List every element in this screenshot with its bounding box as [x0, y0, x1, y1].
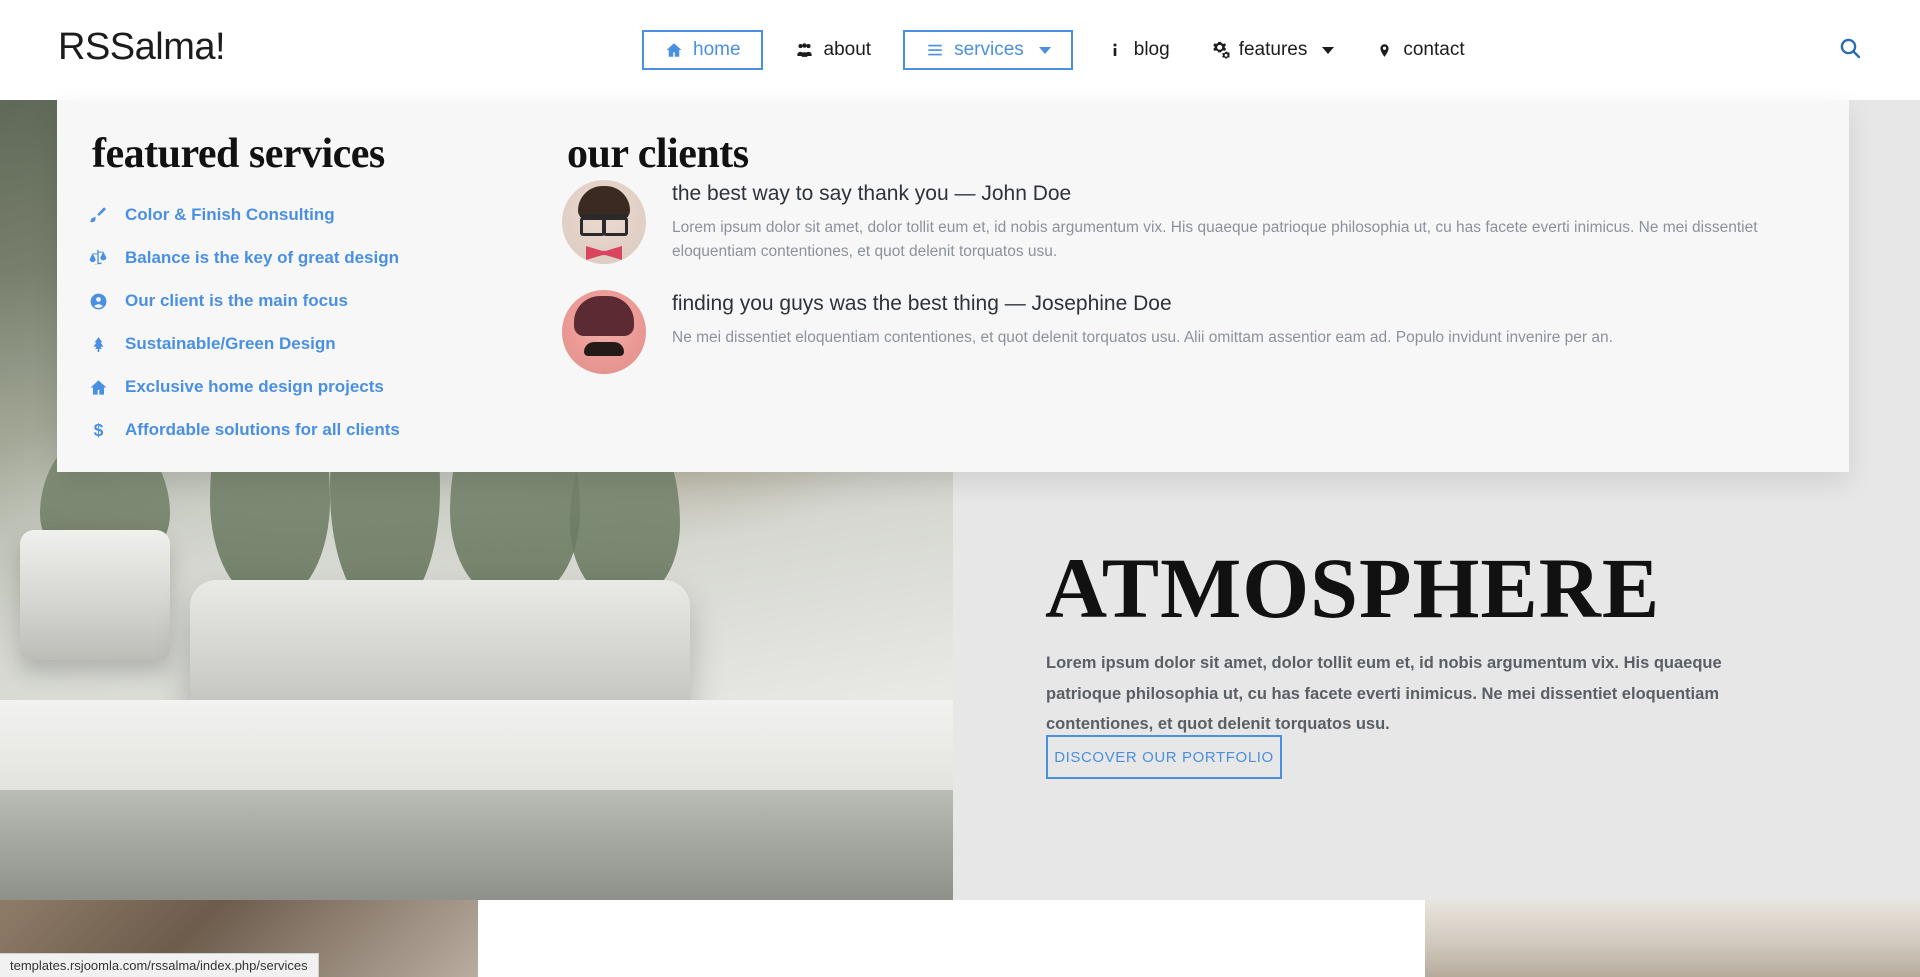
service-label: Balance is the key of great design	[125, 248, 399, 267]
counter-surface	[0, 700, 953, 790]
testimonial-text: Lorem ipsum dolor sit amet, dolor tollit…	[672, 219, 1758, 260]
chevron-down-icon	[1038, 46, 1051, 54]
testimonial-text: Ne mei dissentiet eloquentiam contention…	[672, 329, 1613, 346]
hero-paragraph: Lorem ipsum dolor sit amet, dolor tollit…	[1046, 654, 1722, 734]
service-label: Our client is the main focus	[125, 291, 348, 310]
testimonial-title: finding you guys was the best thing — Jo…	[672, 292, 1172, 315]
nav-label-about: about	[823, 39, 872, 60]
avatar-josephine-doe	[562, 290, 646, 374]
our-clients-heading: our clients	[567, 131, 749, 177]
status-url: templates.rsjoomla.com/rssalma/index.php…	[10, 958, 308, 973]
svg-text:$: $	[93, 420, 103, 440]
hero-lower-strip	[0, 790, 953, 900]
search-button[interactable]	[1828, 28, 1872, 72]
service-label: Affordable solutions for all clients	[125, 420, 400, 439]
avatar-john-doe	[562, 180, 646, 264]
nav-label-contact: contact	[1403, 39, 1465, 60]
service-item-affordable-solutions[interactable]: $ Affordable solutions for all clients	[87, 415, 687, 445]
hero-title: ATMOSPHERE	[1045, 540, 1661, 636]
nav-item-about[interactable]: about	[775, 30, 892, 70]
service-label: Color & Finish Consulting	[125, 205, 335, 224]
services-mega-menu: featured services Color & Finish Consult…	[57, 100, 1849, 472]
clients-testimonial-list: the best way to say thank you — John Doe…	[562, 180, 1812, 400]
bottom-gap	[478, 900, 1425, 977]
location-icon	[1374, 40, 1394, 60]
nav-item-contact[interactable]: contact	[1354, 30, 1484, 70]
small-pot	[20, 530, 170, 660]
home-icon	[664, 40, 684, 60]
list-icon	[925, 40, 945, 60]
nav-label-home: home	[693, 39, 741, 60]
chevron-down-icon	[1322, 46, 1335, 54]
gears-icon	[1210, 40, 1230, 60]
info-icon	[1105, 40, 1125, 60]
balance-scale-icon	[87, 248, 109, 268]
discover-portfolio-button[interactable]: DISCOVER OUR PORTFOLIO	[1046, 735, 1282, 779]
tree-icon	[87, 335, 109, 354]
site-header: RSSalma! home about services blog featur…	[0, 0, 1920, 100]
users-icon	[795, 40, 815, 60]
testimonial-item: the best way to say thank you — John Doe…	[562, 180, 1812, 264]
nav-item-blog[interactable]: blog	[1085, 30, 1190, 70]
page-root: ATMOSPHERE Lorem ipsum dolor sit amet, d…	[0, 0, 1920, 977]
search-icon	[1838, 36, 1862, 65]
service-label: Exclusive home design projects	[125, 377, 384, 396]
nav-item-features[interactable]: features	[1190, 30, 1355, 70]
site-brand[interactable]: RSSalma!	[58, 26, 226, 69]
featured-services-heading: featured services	[92, 131, 385, 177]
testimonial-title: the best way to say thank you — John Doe	[672, 182, 1072, 205]
nav-item-home[interactable]: home	[642, 30, 763, 70]
paintbrush-icon	[87, 206, 109, 225]
nav-label-blog: blog	[1133, 39, 1170, 60]
service-label: Sustainable/Green Design	[125, 334, 336, 353]
user-circle-icon	[87, 292, 109, 311]
nav-label-services: services	[954, 39, 1024, 60]
dollar-icon: $	[87, 420, 109, 440]
nav-item-services[interactable]: services	[903, 30, 1073, 70]
home-icon	[87, 378, 109, 397]
nav-label-features: features	[1238, 39, 1308, 60]
testimonial-item: finding you guys was the best thing — Jo…	[562, 290, 1812, 374]
bottom-photo-right	[1425, 900, 1920, 977]
main-navigation: home about services blog features contac…	[630, 30, 1485, 70]
browser-status-bar: templates.rsjoomla.com/rssalma/index.php…	[0, 953, 319, 977]
